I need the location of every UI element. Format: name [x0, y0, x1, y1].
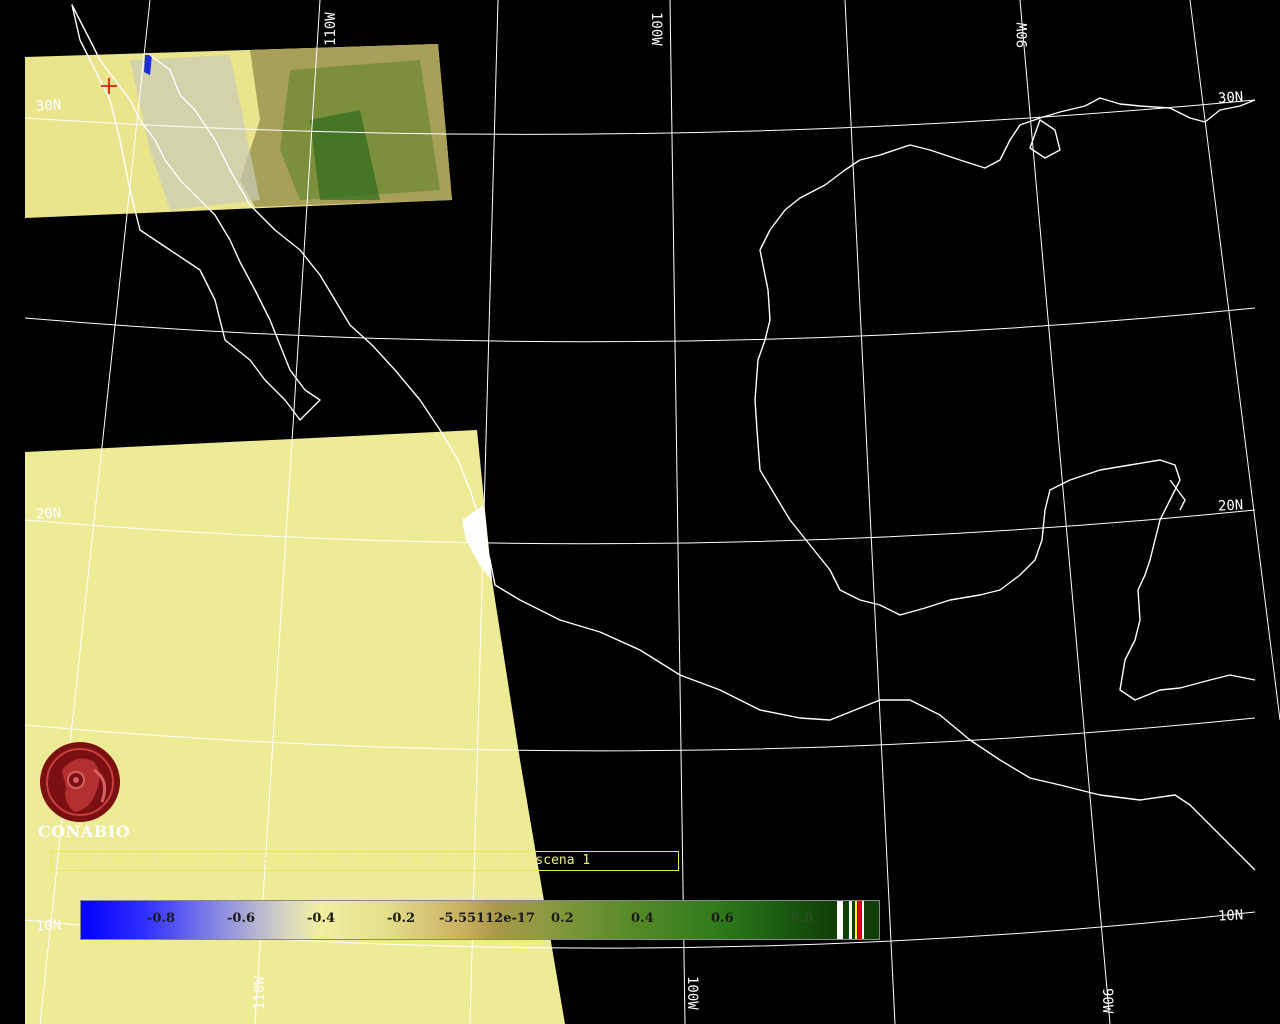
lat-label-20n-right: 20N — [1217, 497, 1244, 515]
ndvi-colorbar: -0.8 -0.6 -0.4 -0.2 -5.55112e-17 0.2 0.4… — [80, 900, 880, 940]
lon-label-110w-bottom: 110W — [252, 976, 268, 1010]
colorbar-yellow-stripe — [855, 901, 857, 939]
colorbar-white-stripe — [849, 901, 852, 939]
colorbar-white-stripe — [837, 901, 843, 939]
lon-label-100w-bottom: 100W — [684, 976, 700, 1010]
colorbar-tick: 0.2 — [551, 911, 574, 926]
lon-label-110w-top: 110W — [323, 12, 339, 46]
colorbar-tick: -5.55112e-17 — [439, 911, 535, 926]
lat-label-10n-right: 10N — [1217, 907, 1244, 925]
colorbar-tick: -0.8 — [147, 911, 176, 926]
lon-label-90w-top: 90W — [1015, 22, 1031, 48]
colorbar-tick: 0.4 — [631, 911, 654, 926]
lon-label-100w-top: 100W — [648, 12, 664, 46]
colorbar-tick: 0.6 — [711, 911, 734, 926]
colorbar-red-stripe — [858, 901, 861, 939]
colorbar-white-stripe — [862, 901, 864, 939]
lat-label-10n-left: 10N — [35, 917, 62, 935]
scene-status-line: aqua-1 modis 2006/09/15 21:03:27 091. Pu… — [51, 851, 679, 871]
colorbar-tick: -0.2 — [387, 911, 416, 926]
lat-label-30n-left: 30N — [35, 97, 62, 115]
lat-label-20n-left: 20N — [35, 505, 62, 523]
colorbar-tick: 0.8 — [791, 911, 814, 926]
lon-label-90w-bottom: 90W — [1099, 988, 1115, 1014]
logo-text: CONABIO — [38, 822, 131, 841]
colorbar-tick: -0.6 — [227, 911, 256, 926]
colorbar-tick: -0.4 — [307, 911, 336, 926]
lat-label-30n-right: 30N — [1217, 89, 1244, 107]
